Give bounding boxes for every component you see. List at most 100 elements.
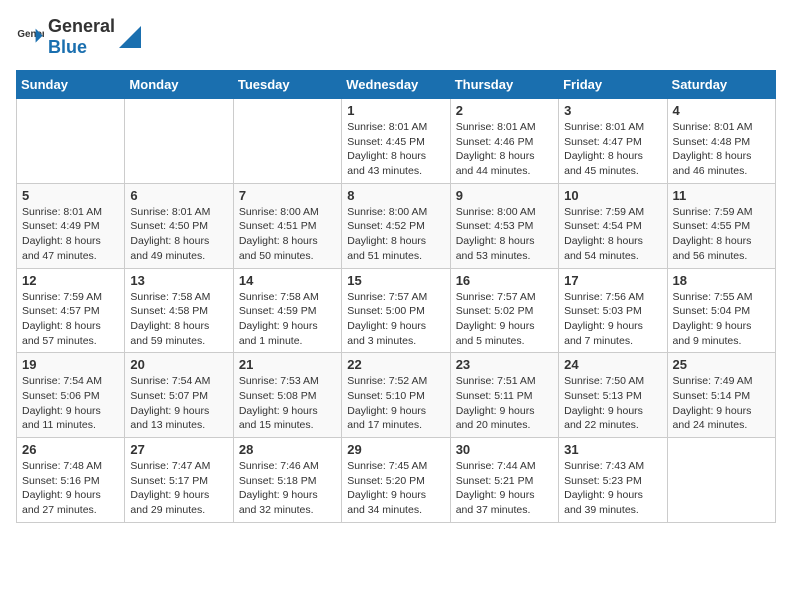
day-number: 7 — [239, 188, 336, 203]
day-number: 26 — [22, 442, 119, 457]
day-info: Sunrise: 7:53 AM Sunset: 5:08 PM Dayligh… — [239, 374, 336, 433]
day-info: Sunrise: 7:45 AM Sunset: 5:20 PM Dayligh… — [347, 459, 444, 518]
col-header-thursday: Thursday — [450, 71, 558, 99]
day-info: Sunrise: 7:51 AM Sunset: 5:11 PM Dayligh… — [456, 374, 553, 433]
calendar-cell — [233, 99, 341, 184]
day-info: Sunrise: 7:55 AM Sunset: 5:04 PM Dayligh… — [673, 290, 770, 349]
calendar-cell: 5 Sunrise: 8:01 AM Sunset: 4:49 PM Daylig… — [17, 183, 125, 268]
calendar-cell: 14 Sunrise: 7:58 AM Sunset: 4:59 PM Dayli… — [233, 268, 341, 353]
logo-icon: General — [16, 23, 44, 51]
day-number: 16 — [456, 273, 553, 288]
day-number: 12 — [22, 273, 119, 288]
day-info: Sunrise: 7:57 AM Sunset: 5:02 PM Dayligh… — [456, 290, 553, 349]
col-header-monday: Monday — [125, 71, 233, 99]
day-info: Sunrise: 7:44 AM Sunset: 5:21 PM Dayligh… — [456, 459, 553, 518]
col-header-tuesday: Tuesday — [233, 71, 341, 99]
calendar-table: SundayMondayTuesdayWednesdayThursdayFrid… — [16, 70, 776, 523]
calendar-cell: 31Sunrise: 7:43 AM Sunset: 5:23 PM Dayli… — [559, 438, 667, 523]
calendar-week-4: 19Sunrise: 7:54 AM Sunset: 5:06 PM Dayli… — [17, 353, 776, 438]
day-number: 27 — [130, 442, 227, 457]
day-info: Sunrise: 7:58 AM Sunset: 4:58 PM Dayligh… — [130, 290, 227, 349]
day-number: 23 — [456, 357, 553, 372]
day-info: Sunrise: 7:54 AM Sunset: 5:06 PM Dayligh… — [22, 374, 119, 433]
calendar-cell: 8Sunrise: 8:00 AM Sunset: 4:52 PM Daylig… — [342, 183, 450, 268]
day-number: 24 — [564, 357, 661, 372]
calendar-cell: 2 Sunrise: 8:01 AM Sunset: 4:46 PM Daylig… — [450, 99, 558, 184]
day-number: 6 — [130, 188, 227, 203]
logo: General General Blue — [16, 16, 141, 58]
calendar-cell: 15 Sunrise: 7:57 AM Sunset: 5:00 PM Dayli… — [342, 268, 450, 353]
calendar-cell: 12 Sunrise: 7:59 AM Sunset: 4:57 PM Dayli… — [17, 268, 125, 353]
calendar-cell: 17Sunrise: 7:56 AM Sunset: 5:03 PM Dayli… — [559, 268, 667, 353]
logo-arrow-icon — [119, 26, 141, 48]
day-number: 2 — [456, 103, 553, 118]
day-number: 29 — [347, 442, 444, 457]
day-number: 30 — [456, 442, 553, 457]
calendar-cell: 13 Sunrise: 7:58 AM Sunset: 4:58 PM Dayli… — [125, 268, 233, 353]
logo-blue-text: Blue — [48, 37, 87, 57]
calendar-cell: 27Sunrise: 7:47 AM Sunset: 5:17 PM Dayli… — [125, 438, 233, 523]
day-number: 11 — [673, 188, 770, 203]
day-info: Sunrise: 8:01 AM Sunset: 4:48 PM Dayligh… — [673, 120, 770, 179]
calendar-cell: 6 Sunrise: 8:01 AM Sunset: 4:50 PM Daylig… — [125, 183, 233, 268]
day-number: 5 — [22, 188, 119, 203]
calendar-cell: 1Sunrise: 8:01 AM Sunset: 4:45 PM Daylig… — [342, 99, 450, 184]
col-header-saturday: Saturday — [667, 71, 775, 99]
calendar-week-5: 26 Sunrise: 7:48 AM Sunset: 5:16 PM Dayli… — [17, 438, 776, 523]
day-number: 8 — [347, 188, 444, 203]
day-number: 14 — [239, 273, 336, 288]
day-info: Sunrise: 8:00 AM Sunset: 4:51 PM Dayligh… — [239, 205, 336, 264]
day-info: Sunrise: 7:50 AM Sunset: 5:13 PM Dayligh… — [564, 374, 661, 433]
calendar-cell: 24 Sunrise: 7:50 AM Sunset: 5:13 PM Dayli… — [559, 353, 667, 438]
day-info: Sunrise: 7:43 AM Sunset: 5:23 PM Dayligh… — [564, 459, 661, 518]
calendar-cell: 25Sunrise: 7:49 AM Sunset: 5:14 PM Dayli… — [667, 353, 775, 438]
day-info: Sunrise: 7:48 AM Sunset: 5:16 PM Dayligh… — [22, 459, 119, 518]
day-info: Sunrise: 7:57 AM Sunset: 5:00 PM Dayligh… — [347, 290, 444, 349]
day-number: 22 — [347, 357, 444, 372]
day-info: Sunrise: 8:01 AM Sunset: 4:46 PM Dayligh… — [456, 120, 553, 179]
calendar-cell: 29 Sunrise: 7:45 AM Sunset: 5:20 PM Dayli… — [342, 438, 450, 523]
calendar-cell: 30 Sunrise: 7:44 AM Sunset: 5:21 PM Dayli… — [450, 438, 558, 523]
calendar-cell: 23 Sunrise: 7:51 AM Sunset: 5:11 PM Dayli… — [450, 353, 558, 438]
logo-general-text: General — [48, 16, 115, 36]
day-number: 1 — [347, 103, 444, 118]
calendar-cell: 18Sunrise: 7:55 AM Sunset: 5:04 PM Dayli… — [667, 268, 775, 353]
calendar-cell: 3 Sunrise: 8:01 AM Sunset: 4:47 PM Daylig… — [559, 99, 667, 184]
day-number: 10 — [564, 188, 661, 203]
day-number: 13 — [130, 273, 227, 288]
day-number: 9 — [456, 188, 553, 203]
calendar-week-3: 12 Sunrise: 7:59 AM Sunset: 4:57 PM Dayli… — [17, 268, 776, 353]
page-header: General General Blue — [16, 16, 776, 58]
day-number: 25 — [673, 357, 770, 372]
calendar-cell: 4Sunrise: 8:01 AM Sunset: 4:48 PM Daylig… — [667, 99, 775, 184]
calendar-cell — [17, 99, 125, 184]
calendar-cell: 26 Sunrise: 7:48 AM Sunset: 5:16 PM Dayli… — [17, 438, 125, 523]
calendar-cell: 19Sunrise: 7:54 AM Sunset: 5:06 PM Dayli… — [17, 353, 125, 438]
day-number: 3 — [564, 103, 661, 118]
calendar-cell: 16 Sunrise: 7:57 AM Sunset: 5:02 PM Dayli… — [450, 268, 558, 353]
day-number: 28 — [239, 442, 336, 457]
day-info: Sunrise: 7:59 AM Sunset: 4:57 PM Dayligh… — [22, 290, 119, 349]
day-info: Sunrise: 7:54 AM Sunset: 5:07 PM Dayligh… — [130, 374, 227, 433]
day-info: Sunrise: 7:52 AM Sunset: 5:10 PM Dayligh… — [347, 374, 444, 433]
day-info: Sunrise: 8:01 AM Sunset: 4:49 PM Dayligh… — [22, 205, 119, 264]
calendar-week-1: 1Sunrise: 8:01 AM Sunset: 4:45 PM Daylig… — [17, 99, 776, 184]
calendar-cell — [125, 99, 233, 184]
day-info: Sunrise: 7:58 AM Sunset: 4:59 PM Dayligh… — [239, 290, 336, 349]
calendar-cell: 9Sunrise: 8:00 AM Sunset: 4:53 PM Daylig… — [450, 183, 558, 268]
calendar-cell: 20 Sunrise: 7:54 AM Sunset: 5:07 PM Dayli… — [125, 353, 233, 438]
calendar-cell — [667, 438, 775, 523]
day-number: 15 — [347, 273, 444, 288]
day-info: Sunrise: 8:01 AM Sunset: 4:47 PM Dayligh… — [564, 120, 661, 179]
calendar-cell: 28Sunrise: 7:46 AM Sunset: 5:18 PM Dayli… — [233, 438, 341, 523]
calendar-cell: 21 Sunrise: 7:53 AM Sunset: 5:08 PM Dayli… — [233, 353, 341, 438]
day-info: Sunrise: 7:59 AM Sunset: 4:54 PM Dayligh… — [564, 205, 661, 264]
calendar-cell: 11 Sunrise: 7:59 AM Sunset: 4:55 PM Dayli… — [667, 183, 775, 268]
calendar-cell: 7 Sunrise: 8:00 AM Sunset: 4:51 PM Daylig… — [233, 183, 341, 268]
col-header-wednesday: Wednesday — [342, 71, 450, 99]
day-info: Sunrise: 8:01 AM Sunset: 4:50 PM Dayligh… — [130, 205, 227, 264]
day-number: 20 — [130, 357, 227, 372]
day-info: Sunrise: 7:59 AM Sunset: 4:55 PM Dayligh… — [673, 205, 770, 264]
day-number: 21 — [239, 357, 336, 372]
calendar-cell: 22 Sunrise: 7:52 AM Sunset: 5:10 PM Dayli… — [342, 353, 450, 438]
